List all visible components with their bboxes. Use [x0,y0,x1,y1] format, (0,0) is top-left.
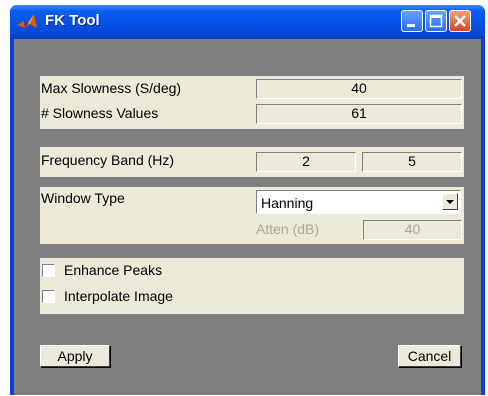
atten-field[interactable]: 40 [363,220,462,240]
frequency-high-field[interactable]: 5 [362,152,462,172]
window-type-panel: Window Type Hanning Atten (dB) 40 [40,187,464,244]
figure-area: Max Slowness (S/deg) 40 # Slowness Value… [14,39,481,395]
interpolate-image-checkbox[interactable] [42,290,55,303]
maximize-button[interactable] [425,10,447,32]
maximize-icon [429,14,443,28]
dropdown-arrow-icon[interactable] [442,193,458,210]
max-slowness-label: Max Slowness (S/deg) [41,80,182,96]
title-bar[interactable]: FK Tool [10,5,485,39]
apply-button[interactable]: Apply [40,345,110,367]
fk-tool-window: FK Tool Max Slowness (S/deg) 40 # Slowne… [10,5,485,395]
close-icon [454,15,466,27]
minimize-icon [407,24,415,27]
slowness-count-label: # Slowness Values [41,105,159,121]
window-type-label: Window Type [41,190,125,206]
window-title: FK Tool [45,12,100,29]
options-panel: Enhance Peaks Interpolate Image [40,258,464,314]
interpolate-image-label[interactable]: Interpolate Image [64,288,173,304]
window-type-value: Hanning [261,195,314,211]
frequency-band-label: Frequency Band (Hz) [41,152,175,168]
enhance-peaks-checkbox[interactable] [42,264,55,277]
matlab-icon [16,12,38,32]
frequency-low-field[interactable]: 2 [256,152,356,172]
max-slowness-field[interactable]: 40 [256,79,462,99]
slowness-count-field[interactable]: 61 [256,104,462,124]
cancel-button[interactable]: Cancel [398,345,461,367]
slowness-panel: Max Slowness (S/deg) 40 # Slowness Value… [40,76,464,129]
window-type-dropdown[interactable]: Hanning [256,190,461,214]
chevron-down-icon [446,200,454,204]
close-button[interactable] [449,10,471,32]
minimize-button[interactable] [401,10,423,32]
frequency-panel: Frequency Band (Hz) 2 5 [40,147,464,177]
enhance-peaks-label[interactable]: Enhance Peaks [64,262,162,278]
atten-label: Atten (dB) [256,221,320,237]
